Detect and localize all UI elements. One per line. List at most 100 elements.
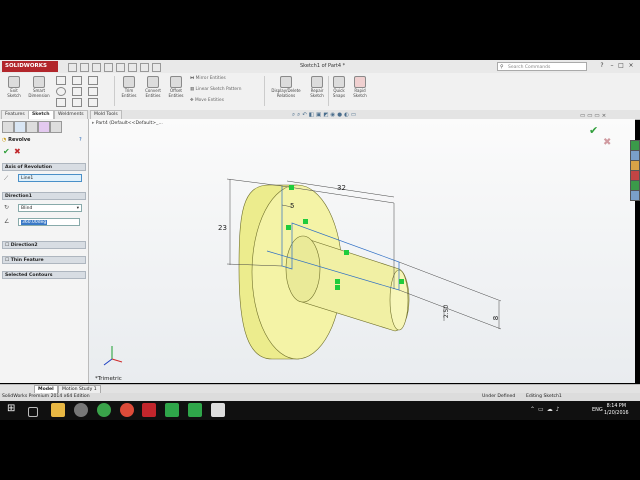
photos-icon[interactable]	[211, 403, 225, 417]
brand-label: SOLIDWORKS	[5, 63, 47, 69]
undo-icon[interactable]	[116, 63, 125, 72]
axis-field[interactable]: Line1	[18, 174, 82, 182]
linear-sketch-pattern-label: Linear Sketch Pattern	[195, 87, 242, 92]
smart-dimension-button[interactable]: Smart Dimension	[27, 76, 51, 98]
repair-sketch-button[interactable]: Repair Sketch	[307, 76, 327, 98]
dimxpert-icon[interactable]	[38, 121, 50, 133]
taskbar-clock[interactable]: 8:14 PM 1/20/2016	[604, 403, 629, 417]
search-input[interactable]: Search Commands	[497, 62, 587, 71]
rebuild-icon[interactable]	[140, 63, 149, 72]
offset-entities-button[interactable]: Offset Entities	[166, 76, 186, 98]
green-app-icon[interactable]	[97, 403, 111, 417]
system-tray-icons[interactable]: ⌃▭☁♪	[530, 406, 563, 413]
exit-sketch-label: Exit Sketch	[7, 88, 21, 98]
feature-tree-icon[interactable]	[2, 121, 14, 133]
end-condition-value: Blind	[21, 206, 33, 211]
tab-mold-tools[interactable]: Mold Tools	[90, 110, 122, 119]
minimize-button[interactable]: –	[608, 62, 616, 70]
help-icon[interactable]: ?	[598, 62, 606, 70]
view-settings-icon[interactable]: ▭	[351, 112, 358, 118]
thin-feature-section-header[interactable]: ☐ Thin Feature	[2, 256, 86, 264]
task-pane-custom-properties-icon[interactable]	[630, 190, 640, 201]
cancel-x-icon[interactable]: ✖	[14, 148, 21, 156]
circle-icon[interactable]	[56, 87, 66, 96]
property-manager-icon[interactable]	[14, 121, 26, 133]
selected-contours-section-header[interactable]: Selected Contours	[2, 271, 86, 279]
dimension-8[interactable]: 8	[492, 316, 500, 320]
tab-sketch[interactable]: Sketch	[28, 110, 54, 119]
chrome-icon[interactable]	[120, 403, 134, 417]
maximize-button[interactable]: □	[617, 62, 625, 70]
camtasia-icon[interactable]	[165, 403, 179, 417]
save-icon[interactable]	[92, 63, 101, 72]
options-icon[interactable]	[152, 63, 161, 72]
new-icon[interactable]	[68, 63, 77, 72]
close-button[interactable]: ×	[627, 62, 635, 70]
convert-entities-label: Convert Entities	[145, 88, 161, 98]
settings-app-icon[interactable]	[74, 403, 88, 417]
linear-sketch-pattern-button[interactable]: ▦ Linear Sketch Pattern	[190, 87, 241, 92]
sketch-tools-grid	[56, 76, 116, 107]
move-entities-label: Move Entities	[194, 98, 224, 103]
move-entities-button[interactable]: ✥ Move Entities	[190, 98, 224, 103]
polygon-icon[interactable]	[88, 87, 98, 96]
angle-value: 360.00deg	[21, 220, 48, 225]
tab-features[interactable]: Features	[1, 110, 29, 119]
configuration-manager-icon[interactable]	[26, 121, 38, 133]
property-manager-panel	[0, 119, 89, 383]
slot-icon[interactable]	[88, 76, 98, 85]
appearance-icon[interactable]: ●	[337, 112, 344, 118]
previous-view-icon[interactable]: ↶	[302, 112, 309, 118]
mirror-entities-button[interactable]: ⧓ Mirror Entities	[190, 76, 226, 81]
language-indicator[interactable]: ENG	[592, 407, 603, 413]
axis-section-label: Axis of Revolution	[5, 165, 53, 170]
arc-icon[interactable]	[72, 87, 82, 96]
axis-section-header[interactable]: Axis of Revolution	[2, 163, 86, 171]
direction2-section-header[interactable]: ☐ Direction2	[2, 241, 86, 249]
relations-icon	[280, 76, 292, 88]
task-view-icon[interactable]	[28, 407, 38, 417]
mirror-entities-label: Mirror Entities	[195, 76, 226, 81]
spline-icon[interactable]	[56, 98, 66, 107]
axis-icon: ⟋	[4, 175, 9, 182]
line-icon[interactable]	[56, 76, 66, 85]
angle-input[interactable]: 360.00deg	[18, 218, 80, 226]
file-explorer-icon[interactable]	[51, 403, 65, 417]
sketch-state-label: Under Defined	[482, 394, 516, 399]
section-view-icon[interactable]: ◧	[309, 112, 316, 118]
tab-weldments[interactable]: Weldments	[54, 110, 88, 119]
angle-icon: ∠	[4, 218, 10, 225]
camtasia-recorder-icon[interactable]	[188, 403, 202, 417]
scene-icon[interactable]: ◐	[344, 112, 351, 118]
feature-title-row: ◔ Revolve	[2, 136, 86, 145]
solidworks-logo[interactable]: SOLIDWORKS	[2, 61, 58, 72]
dimension-23[interactable]: 23	[218, 224, 227, 232]
open-icon[interactable]	[80, 63, 89, 72]
convert-entities-button[interactable]: Convert Entities	[141, 76, 165, 98]
select-icon[interactable]	[128, 63, 137, 72]
rapid-sketch-icon	[354, 76, 366, 88]
ok-checkmark-icon[interactable]: ✔	[3, 148, 10, 156]
feature-title: Revolve	[8, 137, 31, 143]
rectangle-icon[interactable]	[72, 76, 82, 85]
display-delete-relations-button[interactable]: Display/Delete Relations	[268, 76, 304, 98]
windows-start-icon[interactable]: ⊞	[7, 404, 15, 414]
text-icon[interactable]	[88, 98, 98, 107]
clock-date: 1/20/2016	[604, 411, 629, 416]
fillet-icon[interactable]	[72, 98, 82, 107]
dimension-2-50[interactable]: 2.50	[443, 305, 450, 318]
quick-snaps-button[interactable]: Quick Snaps	[330, 76, 348, 98]
smart-dimension-label: Smart Dimension	[28, 88, 50, 98]
print-icon[interactable]	[104, 63, 113, 72]
end-condition-select[interactable]: Blind ▾	[18, 204, 82, 212]
trim-entities-button[interactable]: Trim Entities	[119, 76, 139, 98]
dimension-32[interactable]: 32	[337, 184, 346, 192]
direction1-section-header[interactable]: Direction1	[2, 192, 86, 200]
quick-access-toolbar	[68, 62, 198, 72]
solidworks-taskbar-icon[interactable]	[142, 403, 156, 417]
exit-sketch-button[interactable]: Exit Sketch	[3, 76, 25, 98]
display-manager-icon[interactable]	[50, 121, 62, 133]
help-question-icon[interactable]: ?	[79, 137, 82, 143]
rapid-sketch-button[interactable]: Rapid Sketch	[350, 76, 370, 98]
dimension-5[interactable]: 5	[290, 202, 294, 210]
